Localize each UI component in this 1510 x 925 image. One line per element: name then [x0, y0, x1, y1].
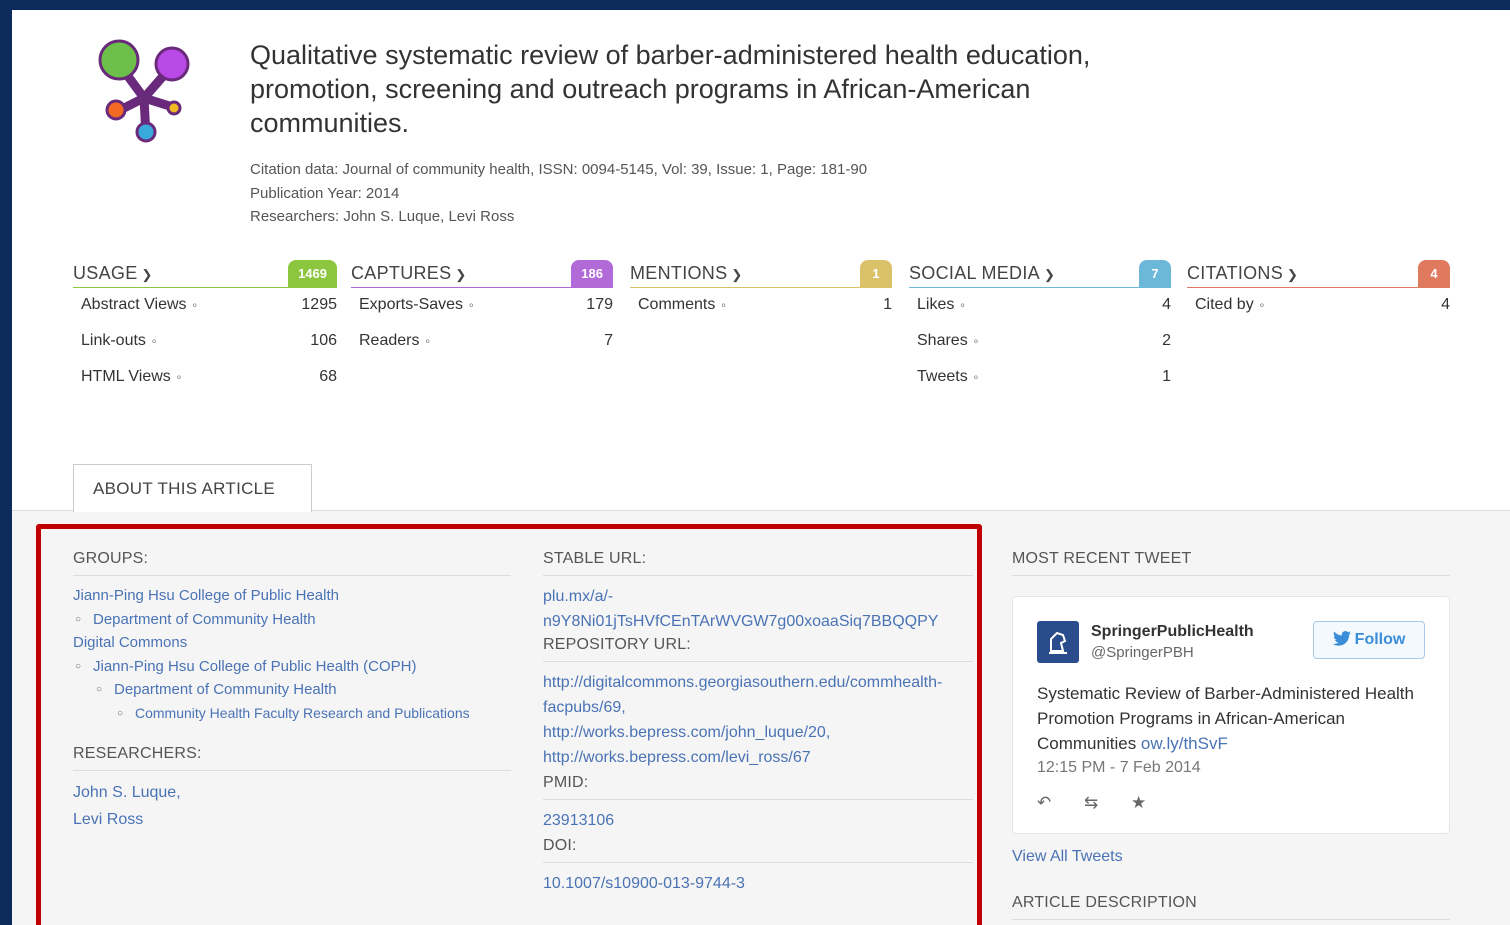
info-icon[interactable]: ⚬ [150, 337, 158, 348]
springer-horse-icon [1049, 631, 1067, 654]
metric-citations-header[interactable]: CITATIONS ❯ 4 [1187, 260, 1450, 288]
metric-row-value: 1 [883, 296, 892, 313]
metric-row: Abstract Views ⚬ 1295 [73, 288, 337, 324]
metric-row-label: Readers [359, 332, 420, 349]
metric-row: Readers ⚬ 7 [351, 324, 613, 360]
reply-icon[interactable]: ↶ [1037, 793, 1051, 812]
metric-social-header[interactable]: SOCIAL MEDIA ❯ 7 [909, 260, 1171, 288]
avatar[interactable] [1037, 621, 1079, 663]
highlight-box [36, 524, 982, 925]
metric-citations: CITATIONS ❯ 4 Cited by ⚬ 4 [1187, 260, 1450, 324]
metric-row-label: Exports-Saves [359, 296, 464, 313]
twitter-bird-icon [1332, 631, 1351, 646]
tweet-text: Systematic Review of Barber-Administered… [1037, 681, 1427, 756]
researchers-link[interactable]: John S. Luque, Levi Ross [343, 208, 514, 225]
metric-captures-header[interactable]: CAPTURES ❯ 186 [351, 260, 613, 288]
view-all-tweets: View All Tweets [1012, 848, 1123, 866]
metric-row: Tweets ⚬ 1 [909, 360, 1171, 396]
publication-year: Publication Year: 2014 [250, 184, 400, 202]
article-title: Qualitative systematic review of barber-… [250, 40, 1091, 138]
metric-row-label: Likes [917, 296, 955, 313]
article-description-heading: ARTICLE DESCRIPTION [1012, 894, 1450, 920]
metric-usage-header[interactable]: USAGE ❯ 1469 [73, 260, 337, 288]
metric-row: Comments ⚬ 1 [630, 288, 892, 324]
follow-label: Follow [1354, 631, 1406, 648]
metric-usage-label: USAGE [73, 263, 138, 283]
metric-row-label: Abstract Views [81, 296, 187, 313]
metric-row: Exports-Saves ⚬ 179 [351, 288, 613, 324]
tweet-actions: ↶ ⇆ ★ [1037, 793, 1174, 813]
info-icon[interactable]: ⚬ [191, 301, 199, 312]
retweet-icon[interactable]: ⇆ [1084, 793, 1098, 812]
info-icon[interactable]: ⚬ [175, 373, 183, 384]
article-meta: Citation data: Journal of community heal… [250, 158, 867, 229]
metric-social-media: SOCIAL MEDIA ❯ 7 Likes ⚬ 4 Shares ⚬ 2 Tweets ⚬… [909, 260, 1171, 396]
chevron-down-icon: ❯ [1043, 267, 1056, 282]
tweet-author-handle[interactable]: @SpringerPBH [1091, 644, 1194, 661]
metric-mentions-header[interactable]: MENTIONS ❯ 1 [630, 260, 892, 288]
metric-usage: USAGE ❯ 1469 Abstract Views ⚬ 1295 Link-out… [73, 260, 337, 396]
metric-row-label: Shares [917, 332, 968, 349]
metric-row-value: 7 [604, 332, 613, 349]
info-icon[interactable]: ⚬ [423, 337, 431, 348]
metric-citations-count: 4 [1418, 260, 1450, 288]
follow-button[interactable]: Follow [1313, 621, 1425, 659]
researchers-line: Researchers: John S. Luque, Levi Ross [250, 205, 867, 229]
metric-row-value: 2 [1162, 332, 1171, 349]
metric-row: Cited by ⚬ 4 [1187, 288, 1450, 324]
info-icon[interactable]: ⚬ [972, 337, 980, 348]
metric-row: Shares ⚬ 2 [909, 324, 1171, 360]
chevron-down-icon: ❯ [141, 267, 153, 282]
plumx-logo [98, 39, 190, 143]
metric-mentions-count: 1 [860, 260, 892, 288]
info-icon[interactable]: ⚬ [958, 301, 966, 312]
metric-row-label: Link-outs [81, 332, 146, 349]
metric-row-label: HTML Views [81, 368, 171, 385]
favorite-star-icon[interactable]: ★ [1131, 793, 1146, 812]
most-recent-tweet-section: MOST RECENT TWEET [1012, 550, 1450, 584]
metric-row-value: 4 [1162, 296, 1171, 313]
article-description-section: ARTICLE DESCRIPTION [1012, 894, 1450, 925]
metric-row: Likes ⚬ 4 [909, 288, 1171, 324]
tweet-link[interactable]: ow.ly/thSvF [1141, 734, 1228, 753]
chevron-down-icon: ❯ [455, 267, 467, 282]
citation-data: Citation data: Journal of community heal… [250, 161, 868, 178]
metric-row-label: Tweets [917, 368, 968, 385]
metric-row-label: Comments [638, 296, 716, 313]
most-recent-tweet-heading: MOST RECENT TWEET [1012, 550, 1450, 576]
metric-row-value: 68 [319, 368, 337, 385]
metric-mentions: MENTIONS ❯ 1 Comments ⚬ 1 [630, 260, 892, 324]
metric-captures-count: 186 [571, 260, 613, 288]
metric-row-label: Cited by [1195, 296, 1254, 313]
info-icon[interactable]: ⚬ [719, 301, 727, 312]
metric-mentions-label: MENTIONS [630, 263, 728, 283]
metric-citations-label: CITATIONS [1187, 263, 1284, 283]
metric-row: Link-outs ⚬ 106 [73, 324, 337, 360]
chevron-down-icon: ❯ [731, 267, 743, 282]
metric-row-value: 106 [310, 332, 337, 349]
metric-row: HTML Views ⚬ 68 [73, 360, 337, 396]
metric-social-count: 7 [1139, 260, 1171, 288]
tweet-card: SpringerPublicHealth @SpringerPBH Follow… [1012, 596, 1450, 834]
info-icon[interactable]: ⚬ [972, 373, 980, 384]
article-page: Qualitative systematic review of barber-… [12, 10, 1510, 925]
chevron-down-icon: ❯ [1287, 267, 1299, 282]
info-icon[interactable]: ⚬ [1258, 301, 1266, 312]
metric-row-value: 1295 [301, 296, 337, 313]
info-icon[interactable]: ⚬ [467, 301, 475, 312]
tweet-timestamp[interactable]: 12:15 PM - 7 Feb 2014 [1037, 759, 1201, 777]
tab-about-this-article[interactable]: ABOUT THIS ARTICLE [73, 464, 312, 512]
metric-usage-count: 1469 [288, 260, 337, 288]
metric-row-value: 179 [586, 296, 613, 313]
researchers-label: Researchers: [250, 208, 344, 225]
metric-captures-label: CAPTURES [351, 263, 452, 283]
metric-social-label: SOCIAL MEDIA [909, 263, 1040, 283]
metric-row-value: 4 [1441, 296, 1450, 313]
view-all-tweets-link[interactable]: View All Tweets [1012, 848, 1123, 865]
metric-row-value: 1 [1162, 368, 1171, 385]
metric-captures: CAPTURES ❯ 186 Exports-Saves ⚬ 179 Readers ⚬… [351, 260, 613, 360]
tweet-author-name[interactable]: SpringerPublicHealth [1091, 623, 1254, 641]
